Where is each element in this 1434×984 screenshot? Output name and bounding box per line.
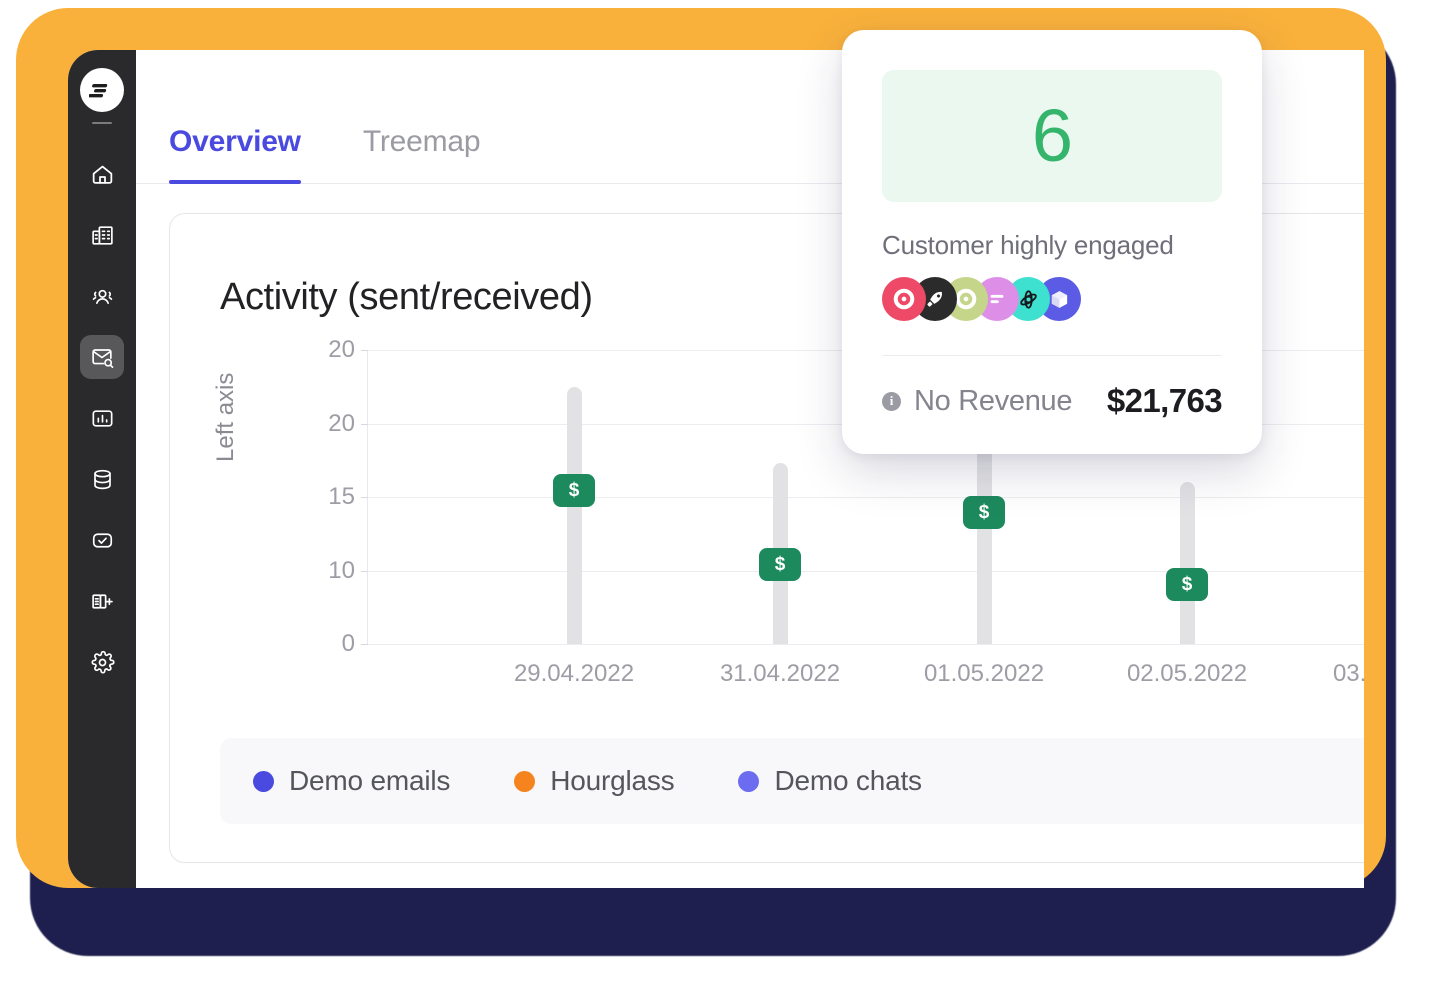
ring-icon <box>893 288 915 310</box>
tab-overview[interactable]: Overview <box>169 125 301 184</box>
document-add-icon <box>91 593 113 609</box>
x-tick-label: 29.04.2022 <box>513 660 635 687</box>
stacked-bars-logo-icon <box>89 84 108 98</box>
revenue-badge[interactable]: $ <box>1166 568 1208 601</box>
revenue-row: i No Revenue $21,763 <box>882 382 1223 420</box>
tab-treemap[interactable]: Treemap <box>363 125 481 183</box>
legend-item-hourglass[interactable]: Hourglass <box>514 765 675 797</box>
atom-icon <box>1019 289 1037 309</box>
chart-bar[interactable] <box>567 387 582 644</box>
legend-label: Demo chats <box>774 765 922 796</box>
database-icon <box>93 469 111 489</box>
gridline <box>361 497 1364 498</box>
avatar[interactable] <box>882 277 926 321</box>
revenue-label-group: i No Revenue <box>882 384 1073 418</box>
sidebar-divider <box>92 122 112 124</box>
y-axis-ticks: 20 20 15 10 0 <box>250 336 355 657</box>
y-tick-label: 20 <box>328 409 355 437</box>
sidebar-item-home[interactable] <box>80 152 124 196</box>
ring-icon <box>955 288 977 310</box>
legend-label: Demo emails <box>289 765 451 796</box>
legend-color-dot <box>253 770 274 792</box>
legend-color-dot <box>514 770 536 792</box>
sidebar-item-analytics[interactable] <box>80 396 124 440</box>
y-tick-label: 10 <box>328 556 355 584</box>
revenue-badge[interactable]: $ <box>553 474 595 507</box>
revenue-badge[interactable]: $ <box>759 548 801 581</box>
legend-item-demo-emails[interactable]: Demo emails <box>253 765 450 797</box>
sidebar-item-settings[interactable] <box>80 640 124 684</box>
popup-divider <box>882 355 1222 356</box>
check-square-icon <box>92 532 112 548</box>
sidebar-item-tasks[interactable] <box>80 518 124 562</box>
info-icon[interactable]: i <box>882 391 901 411</box>
gear-icon <box>90 650 115 674</box>
sidebar-item-database[interactable] <box>80 457 124 501</box>
revenue-badge[interactable]: $ <box>963 496 1005 529</box>
company-icon <box>91 225 113 245</box>
y-tick-label: 20 <box>328 336 355 363</box>
x-tick-label: 01.05.2022 <box>923 660 1045 687</box>
legend-label: Hourglass <box>550 765 675 796</box>
sidebar-item-inbox-search[interactable] <box>80 335 124 379</box>
engagement-caption: Customer highly engaged <box>882 230 1174 260</box>
sidebar-item-companies[interactable] <box>80 213 124 257</box>
home-icon <box>92 165 112 184</box>
y-tick-label: 0 <box>341 630 355 657</box>
cube-icon <box>1051 290 1067 308</box>
revenue-label: No Revenue <box>914 384 1073 417</box>
sidebar <box>68 50 136 888</box>
engagement-score-box: 6 <box>882 70 1222 202</box>
legend-color-dot <box>738 770 760 792</box>
x-tick-label: 03.05.2022 <box>1332 660 1364 687</box>
sidebar-item-people[interactable] <box>80 274 124 318</box>
brand-logo[interactable] <box>80 68 124 112</box>
legend-item-demo-chats[interactable]: Demo chats <box>738 765 922 797</box>
device-mockup: Overview Treemap Activity (sent/received… <box>0 0 1434 984</box>
people-icon <box>92 289 112 304</box>
sidebar-item-add-document[interactable] <box>80 579 124 623</box>
avatar-group <box>882 277 1222 327</box>
list-icon <box>990 294 1004 304</box>
y-tick-label: 15 <box>328 483 355 510</box>
x-tick-label: 31.04.2022 <box>719 660 841 687</box>
chart-legend: Demo emails Hourglass Demo chats <box>220 738 1364 824</box>
mail-search-icon <box>91 348 113 368</box>
rocket-icon <box>927 291 942 307</box>
chart-bar[interactable] <box>1180 482 1195 644</box>
x-tick-label: 02.05.2022 <box>1126 660 1248 687</box>
gridline <box>361 570 1364 572</box>
y-axis-label: Left axis <box>212 372 239 462</box>
bar-chart-icon <box>92 409 113 427</box>
engagement-score-value: 6 <box>1031 94 1073 177</box>
gridline <box>361 644 1364 645</box>
revenue-value: $21,763 <box>1106 382 1223 419</box>
engagement-popup-card: 6 Customer highly engaged i No Revenue $… <box>842 30 1262 454</box>
